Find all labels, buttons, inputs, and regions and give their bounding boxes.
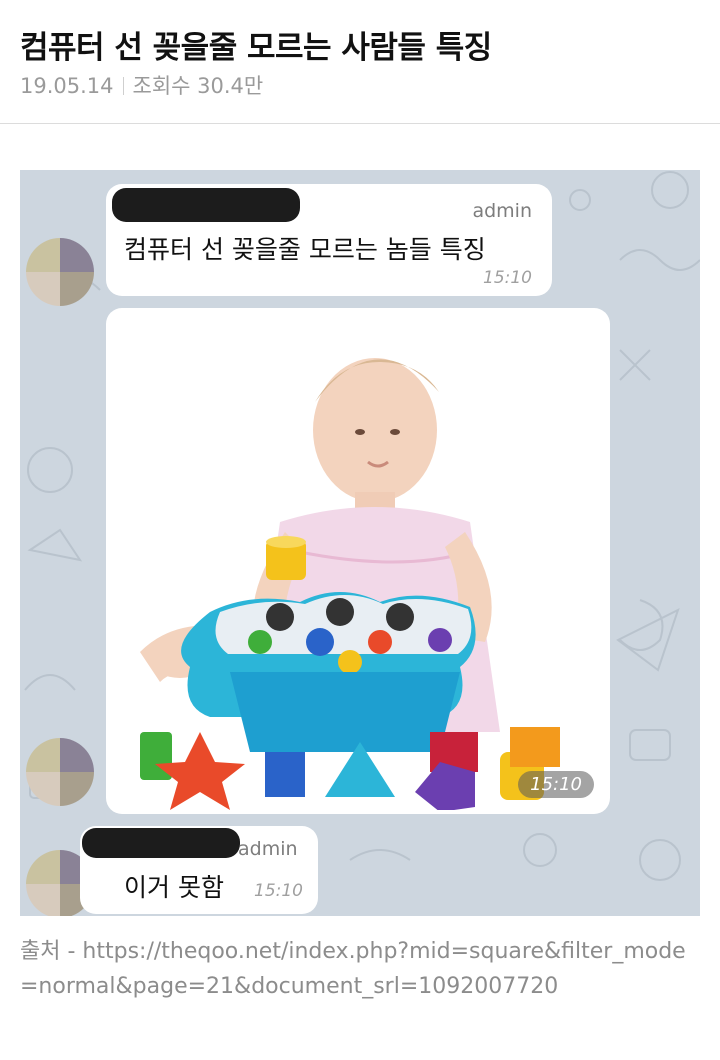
message-bubble-first[interactable]: admin 컴퓨터 선 꽂을줄 모르는 놈들 특징 15:10 bbox=[106, 184, 552, 296]
post-title: 컴퓨터 선 꽂을줄 모르는 사람들 특징 bbox=[20, 30, 492, 66]
message-text: 컴퓨터 선 꽂을줄 모르는 놈들 특징 bbox=[124, 235, 486, 264]
message-time: 15:10 bbox=[254, 881, 303, 901]
chat-screenshot: admin 컴퓨터 선 꽂을줄 모르는 놈들 특징 15:10 15:10 ad… bbox=[20, 170, 700, 916]
sender-avatar[interactable] bbox=[26, 738, 94, 806]
meta-divider bbox=[122, 77, 124, 95]
message-time: 15:10 bbox=[483, 268, 532, 288]
photo-time: 15:10 bbox=[518, 771, 594, 798]
sender-avatar[interactable] bbox=[26, 238, 94, 306]
redacted-name bbox=[82, 828, 240, 858]
redacted-name bbox=[112, 188, 300, 222]
baby-shape-sorter-illustration bbox=[140, 358, 560, 810]
view-count: 조회수 30.4만 bbox=[132, 74, 264, 98]
toy-photo[interactable]: 15:10 bbox=[110, 312, 606, 810]
post-date: 19.05.14 bbox=[20, 74, 114, 98]
post-header: 컴퓨터 선 꽂을줄 모르는 사람들 특징 19.05.14 조회수 30.4만 bbox=[0, 0, 720, 124]
post-meta: 19.05.14 조회수 30.4만 bbox=[20, 70, 263, 100]
message-bubble-last[interactable]: admin 이거 못함 15:10 bbox=[80, 826, 318, 914]
source-link[interactable]: 출처 - https://theqoo.net/index.php?mid=sq… bbox=[20, 934, 700, 1004]
message-text: 이거 못함 bbox=[124, 873, 224, 902]
sender-name: admin bbox=[238, 838, 298, 860]
photo-message[interactable]: 15:10 bbox=[106, 308, 610, 814]
sender-name: admin bbox=[472, 200, 532, 222]
